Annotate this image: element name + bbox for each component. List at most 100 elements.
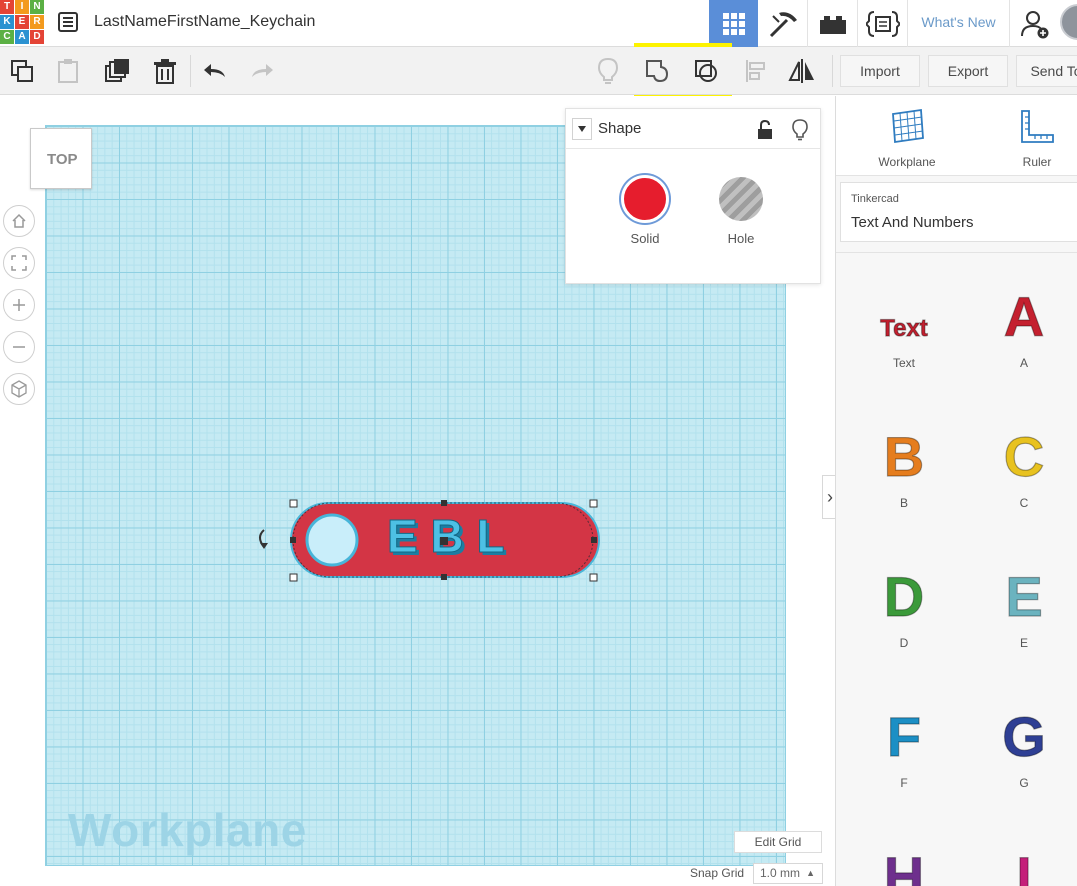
hole-swatch[interactable] — [719, 177, 763, 221]
shape-thumbnail-icon: G — [1002, 710, 1047, 769]
shape-item-f[interactable]: FF — [844, 710, 964, 790]
3d-design-view-button[interactable] — [709, 0, 758, 47]
keychain-hole[interactable] — [305, 513, 359, 567]
delete-button[interactable] — [149, 55, 181, 87]
shape-item-label: G — [1019, 776, 1029, 790]
shape-thumbnail-icon: Text — [880, 314, 929, 342]
shapes-panel: Workplane Ruler Tinkercad Text And Numbe… — [835, 96, 1077, 886]
shape-library-select[interactable]: Tinkercad Text And Numbers — [840, 182, 1077, 242]
shape-glyph: H — [884, 850, 924, 886]
home-view-button[interactable] — [3, 205, 35, 237]
lightbulb-icon — [792, 119, 808, 141]
edit-grid-button[interactable]: Edit Grid — [734, 831, 822, 853]
align-button[interactable] — [740, 55, 772, 87]
logo-letter: I — [15, 0, 29, 14]
view-cube-label: TOP — [47, 151, 78, 168]
zoom-out-button[interactable] — [3, 331, 35, 363]
logo-letter: T — [0, 0, 14, 14]
trash-icon — [154, 59, 176, 84]
snap-grid-select[interactable]: 1.0 mm ▲ — [753, 863, 823, 884]
shape-item-g[interactable]: GG — [964, 710, 1077, 790]
pickaxe-icon — [769, 11, 797, 37]
lock-button[interactable] — [757, 119, 773, 145]
shape-item-d[interactable]: DD — [844, 570, 964, 650]
home-icon — [12, 213, 26, 228]
design-list-icon[interactable] — [58, 12, 78, 37]
shape-item-label: C — [1019, 496, 1029, 510]
shape-thumbnail-icon: F — [886, 710, 921, 769]
shape-glyph: G — [1002, 710, 1046, 768]
group-button[interactable] — [641, 55, 673, 87]
perspective-button[interactable] — [3, 373, 35, 405]
caret-down-icon — [578, 126, 586, 132]
workplane-icon — [892, 108, 924, 144]
bricks-view-button[interactable] — [808, 0, 858, 47]
shape-glyph: A — [1004, 290, 1044, 348]
shape-item-e[interactable]: EE — [964, 570, 1077, 650]
mirror-button[interactable] — [786, 55, 818, 87]
shape-thumbnail-icon: B — [883, 430, 925, 489]
shape-item-label: F — [900, 776, 908, 790]
undo-button[interactable] — [199, 55, 231, 87]
solid-color-swatch[interactable] — [621, 175, 669, 223]
snap-grid-label: Snap Grid — [690, 866, 745, 880]
workplane-watermark: Workplane — [68, 804, 307, 856]
keychain-text[interactable]: E B L — [387, 510, 506, 563]
shape-item-h[interactable]: HH — [844, 850, 964, 886]
tinkercad-logo[interactable]: T I N K E R C A D — [0, 0, 44, 44]
collapse-inspector-button[interactable] — [572, 118, 592, 140]
ungroup-button[interactable] — [690, 55, 722, 87]
shape-thumbnail-icon: E — [1005, 570, 1044, 629]
shape-item-label: D — [899, 636, 909, 650]
shape-item-c[interactable]: CC — [964, 430, 1077, 510]
solid-label: Solid — [630, 231, 660, 246]
copy-button[interactable] — [6, 55, 38, 87]
ruler-tool-label: Ruler — [1022, 155, 1052, 169]
logo-letter: R — [30, 15, 44, 29]
caret-up-icon: ▲ — [806, 868, 815, 878]
shape-item-i[interactable]: II — [964, 850, 1077, 886]
document-title[interactable]: LastNameFirstName_Keychain — [94, 13, 315, 31]
shape-glyph: B — [884, 430, 924, 488]
import-button[interactable]: Import — [840, 55, 920, 87]
panel-tools: Workplane Ruler — [836, 96, 1077, 176]
fit-view-button[interactable] — [3, 247, 35, 279]
fit-view-icon — [11, 255, 27, 271]
shape-inspector-title: Shape — [598, 120, 642, 137]
logo-letter: C — [0, 30, 14, 44]
paste-button[interactable] — [52, 55, 84, 87]
logo-letter: D — [30, 30, 44, 44]
logo-letter: N — [30, 0, 44, 14]
logo-letter: E — [15, 15, 29, 29]
shape-glyph: C — [1004, 430, 1044, 488]
codeblocks-view-button[interactable] — [858, 0, 908, 47]
keychain-shape[interactable]: E B L E B L — [250, 495, 620, 590]
export-button[interactable]: Export — [928, 55, 1008, 87]
user-avatar[interactable] — [1060, 4, 1077, 40]
shape-item-a[interactable]: AA — [964, 290, 1077, 370]
view-cube[interactable]: TOP — [30, 128, 92, 189]
show-all-notes-button[interactable] — [592, 55, 624, 87]
redo-button[interactable] — [246, 55, 278, 87]
minecraft-view-button[interactable] — [758, 0, 808, 47]
shape-thumbnail-icon: I — [1016, 850, 1033, 886]
zoom-in-button[interactable] — [3, 289, 35, 321]
hole-label: Hole — [727, 231, 755, 246]
lock-icon — [758, 119, 772, 139]
snap-grid-value: 1.0 mm — [760, 866, 801, 880]
send-to-button[interactable]: Send To — [1016, 55, 1077, 87]
plus-icon — [13, 299, 25, 311]
duplicate-button[interactable] — [101, 55, 133, 87]
workplane-tool[interactable]: Workplane — [872, 108, 942, 169]
logo-letter: A — [15, 30, 29, 44]
shape-item-label: E — [1019, 636, 1028, 650]
note-button[interactable] — [792, 119, 808, 146]
top-bar: T I N K E R C A D LastNameFirstName_Keyc… — [0, 0, 1077, 47]
library-category: Tinkercad — [851, 193, 899, 205]
rotate-arrow-icon — [260, 543, 268, 549]
invite-user-button[interactable] — [1010, 0, 1060, 47]
ruler-tool[interactable]: Ruler — [1002, 108, 1072, 169]
shape-item-b[interactable]: BB — [844, 430, 964, 510]
whats-new-link[interactable]: What's New — [908, 0, 1010, 47]
shape-item-text[interactable]: Text Text — [844, 290, 964, 370]
